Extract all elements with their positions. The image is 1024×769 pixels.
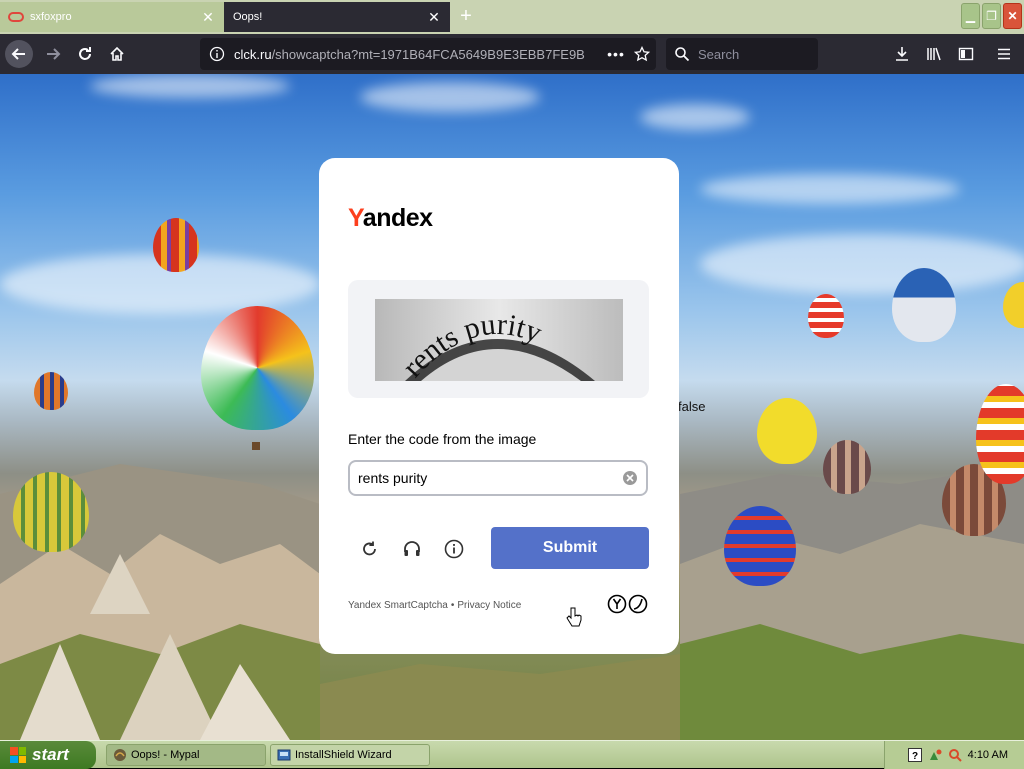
hot-air-balloon: [34, 372, 68, 410]
window-close-icon[interactable]: ✕: [1003, 3, 1022, 29]
bookmark-star-icon[interactable]: [628, 46, 656, 62]
taskbar: start Oops! - Mypal InstallShield Wizard…: [0, 740, 1024, 769]
forward-arrow-icon[interactable]: [39, 40, 67, 68]
start-label: start: [32, 745, 69, 764]
footer-brand: Yandex SmartCaptcha: [348, 600, 448, 611]
search-placeholder: Search: [698, 46, 740, 62]
hot-air-balloon: [13, 472, 89, 552]
tab-sxfoxpro[interactable]: sxfoxpro ✕: [0, 2, 224, 32]
submit-button[interactable]: Submit: [491, 527, 649, 569]
search-tray-icon[interactable]: [948, 748, 962, 762]
window-controls: ▁ ❐ ✕: [961, 3, 1022, 29]
system-tray: ? 4:10 AM: [884, 741, 1024, 769]
hamburger-menu-icon[interactable]: [994, 44, 1014, 64]
restore-icon[interactable]: ❐: [982, 3, 1001, 29]
captcha-input-field[interactable]: [348, 460, 648, 496]
footer-separator: •: [450, 600, 455, 611]
hot-air-balloon: [1003, 282, 1024, 328]
url-path: /showcaptcha?mt=1971B64FCA5649B9E3EBB7FE…: [271, 46, 585, 62]
address-bar[interactable]: clck.ru/showcaptcha?mt=1971B64FCA5649B9E…: [200, 38, 656, 70]
start-button[interactable]: start: [0, 741, 96, 769]
tab-oops[interactable]: Oops! ✕: [224, 2, 450, 32]
svg-text:?: ?: [912, 751, 918, 762]
url-domain: clck.ru: [234, 46, 272, 62]
search-icon: [674, 46, 690, 62]
installer-app-icon: [277, 748, 291, 762]
yandex-logo: Yandex: [348, 204, 433, 233]
privacy-notice-link[interactable]: Privacy Notice: [457, 600, 521, 611]
page-actions-menu-icon[interactable]: •••: [604, 46, 628, 62]
captcha-input[interactable]: [350, 469, 622, 487]
windows-flag-icon: [10, 747, 26, 763]
taskbar-item-installshield[interactable]: InstallShield Wizard: [270, 744, 430, 766]
captcha-footer: Yandex SmartCaptcha • Privacy Notice: [348, 600, 521, 611]
home-icon[interactable]: [103, 40, 131, 68]
headphones-icon[interactable]: [400, 537, 424, 561]
tab-favicon-icon: [8, 12, 24, 22]
mypal-app-icon: [113, 748, 127, 762]
reload-icon[interactable]: [71, 40, 99, 68]
page-background: false Yandex rents purity Enter the code…: [0, 74, 1024, 740]
hot-air-balloon: [823, 440, 871, 494]
hot-air-balloon: [808, 294, 844, 338]
search-bar[interactable]: Search: [666, 38, 818, 70]
hot-air-balloon: [757, 398, 817, 464]
back-arrow-icon[interactable]: [5, 40, 33, 68]
network-icon[interactable]: [928, 748, 942, 762]
tab-close-icon[interactable]: ✕: [424, 9, 444, 26]
hot-air-balloon: [724, 506, 796, 586]
hot-air-balloon: [201, 306, 314, 430]
logo-rest: andex: [362, 204, 433, 232]
smartcaptcha-logo-icon: [607, 594, 649, 614]
new-tab-plus-icon[interactable]: +: [456, 4, 476, 28]
captcha-image-frame: rents purity: [348, 280, 649, 398]
help-icon[interactable]: ?: [907, 748, 922, 762]
library-icon[interactable]: [924, 44, 944, 64]
tab-title: sxfoxpro: [30, 11, 72, 23]
captcha-card: Yandex rents purity Enter the code from …: [319, 158, 679, 654]
minimize-icon[interactable]: ▁: [961, 3, 980, 29]
tab-title: Oops!: [233, 11, 263, 23]
cloud: [700, 234, 1024, 294]
tab-close-icon[interactable]: ✕: [198, 9, 218, 26]
hot-air-balloon: [153, 218, 199, 272]
browser-toolbar: clck.ru/showcaptcha?mt=1971B64FCA5649B9E…: [0, 34, 1024, 74]
cloud: [640, 104, 750, 130]
clear-input-icon[interactable]: [622, 470, 638, 486]
captcha-image: rents purity: [375, 299, 623, 381]
stray-text: false: [678, 399, 706, 414]
browser-tab-strip: sxfoxpro ✕ Oops! ✕ + ▁ ❐ ✕: [0, 0, 1024, 34]
taskbar-item-label: InstallShield Wizard: [295, 749, 392, 761]
hot-air-balloon: [976, 384, 1024, 484]
cloud: [360, 82, 540, 112]
balloon-basket: [252, 442, 260, 450]
captcha-prompt: Enter the code from the image: [348, 431, 537, 447]
info-icon[interactable]: [442, 537, 466, 561]
cloud: [700, 174, 960, 204]
url-text[interactable]: clck.ru/showcaptcha?mt=1971B64FCA5649B9E…: [234, 47, 604, 62]
refresh-icon[interactable]: [358, 537, 382, 561]
clock: 4:10 AM: [967, 749, 1008, 761]
taskbar-item-mypal[interactable]: Oops! - Mypal: [106, 744, 266, 766]
downloads-icon[interactable]: [892, 44, 912, 64]
taskbar-item-label: Oops! - Mypal: [131, 749, 200, 761]
logo-letter: Y: [348, 204, 363, 232]
site-info-icon[interactable]: [208, 45, 226, 63]
hot-air-balloon: [892, 268, 956, 342]
hand-cursor-icon: [566, 607, 582, 627]
cloud: [90, 74, 290, 98]
sidebar-icon[interactable]: [956, 44, 976, 64]
captcha-distorted-text: rents purity: [375, 299, 623, 381]
